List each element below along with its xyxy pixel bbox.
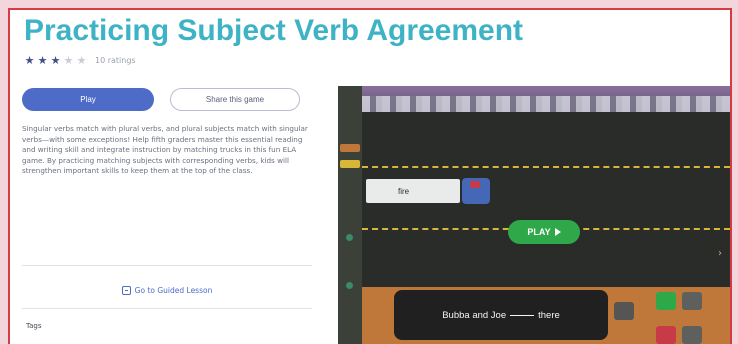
game-mountains [362,96,730,112]
game-description: Singular verbs match with plural verbs, … [22,124,308,176]
game-play-button[interactable]: PLAY [508,220,580,244]
player-car-light [470,181,480,188]
game-play-label: PLAY [527,227,551,237]
side-marker [340,160,360,168]
sentence-blank [510,314,535,316]
divider [22,265,312,266]
game-side-panel [338,86,362,344]
star-filled-icon: ★ [50,53,61,67]
divider [22,308,312,309]
rating-count: 10 ratings [95,55,136,65]
lane-line [362,166,730,168]
page-title: Practicing Subject Verb Agreement [24,14,524,47]
side-dot [346,234,353,241]
star-filled-icon: ★ [37,53,48,67]
dash-green-button[interactable] [656,292,676,310]
lesson-icon [121,285,131,295]
truck-word-card: fire [366,179,460,203]
dash-button[interactable] [682,326,702,344]
dash-red-button[interactable] [656,326,676,344]
guided-lesson-label: Go to Guided Lesson [134,285,213,295]
dash-button[interactable] [682,292,702,310]
sentence-after: there [538,309,560,321]
dash-button[interactable] [614,302,634,320]
side-dot [346,282,353,289]
star-filled-icon: ★ [24,53,35,67]
chevron-icon: › [718,248,722,259]
sentence-before: Bubba and Joe [442,309,507,321]
star-empty-icon: ★ [76,53,87,67]
share-game-button[interactable]: Share this game [170,88,300,111]
game-preview[interactable]: fire PLAY › Bubba and Joe there [338,86,730,344]
tags-label: Tags [26,322,42,330]
rating: ★ ★ ★ ★ ★ 10 ratings [24,53,136,67]
play-button[interactable]: Play [22,88,154,111]
sentence-panel: Bubba and Joe there [394,290,608,340]
guided-lesson-link[interactable]: Go to Guided Lesson [22,283,312,297]
star-empty-icon: ★ [63,53,74,67]
side-marker [340,144,360,152]
play-icon [554,228,561,236]
